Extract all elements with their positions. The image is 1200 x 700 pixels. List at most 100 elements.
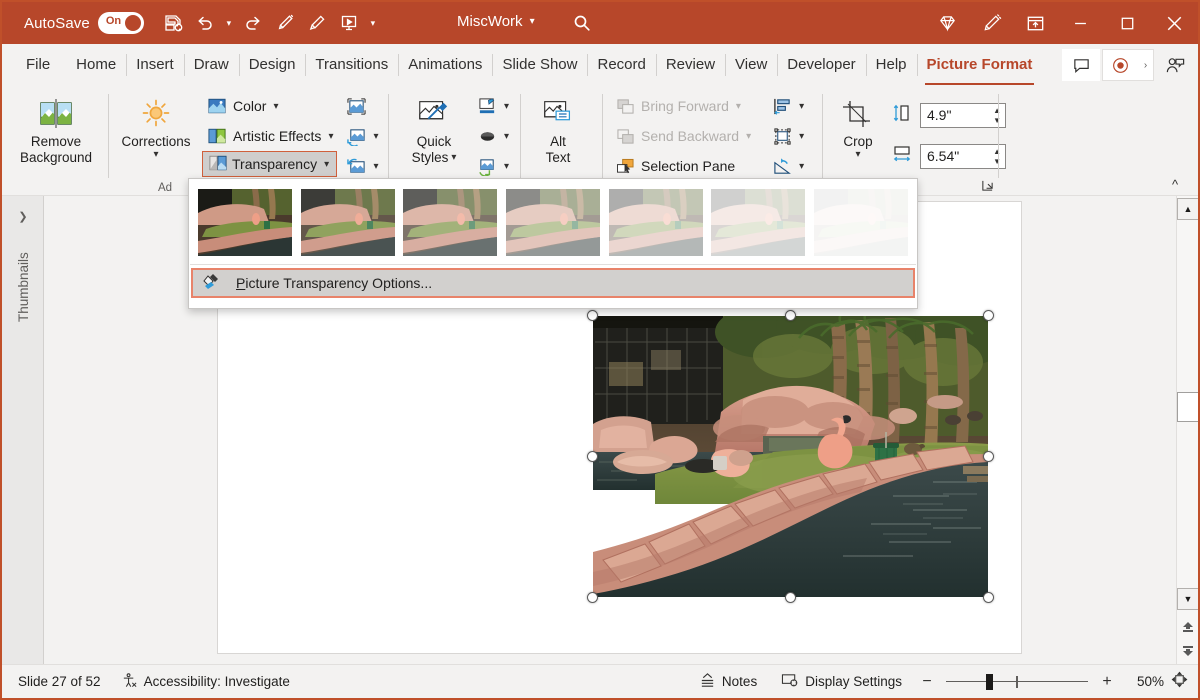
maximize-icon[interactable]	[1104, 2, 1151, 44]
display-settings-button[interactable]: Display Settings	[771, 669, 912, 695]
transparency-chevron-down-icon[interactable]: ▾	[324, 159, 329, 170]
share-icon[interactable]	[1156, 49, 1194, 81]
zoom-in-button[interactable]: +	[1096, 673, 1118, 691]
crop-chevron-down-icon[interactable]: ▾	[855, 150, 860, 160]
transparency-option-1[interactable]	[297, 186, 400, 258]
picture-border-icon[interactable]	[472, 91, 502, 121]
close-icon[interactable]	[1151, 2, 1198, 44]
previous-slide-icon[interactable]	[1177, 616, 1199, 640]
transparency-option-4[interactable]	[604, 186, 707, 258]
quick-styles-chevron-down-icon[interactable]: ▾	[451, 153, 456, 163]
compress-pictures-icon[interactable]	[341, 91, 371, 121]
tab-picture-format[interactable]: Picture Format	[917, 51, 1043, 79]
reset-picture-icon[interactable]	[341, 151, 371, 181]
artistic-effects-button[interactable]: Artistic Effects ▾	[202, 121, 337, 151]
group-chevron-down-icon[interactable]: ▾	[799, 131, 804, 142]
comments-icon[interactable]	[1062, 49, 1100, 81]
bring-forward-button[interactable]: Bring Forward ▾	[610, 91, 755, 121]
align-chevron-down-icon[interactable]: ▾	[799, 101, 804, 112]
zoom-out-button[interactable]: −	[916, 673, 938, 691]
vertical-scrollbar[interactable]: ▲ ▼	[1176, 196, 1198, 664]
crop-button[interactable]: Crop ▾	[830, 86, 886, 160]
selection-handle-top-center[interactable]	[785, 310, 796, 321]
tab-file[interactable]: File	[16, 51, 66, 79]
scroll-up-icon[interactable]: ▲	[1177, 198, 1199, 220]
reset-picture-chevron-down-icon[interactable]: ▾	[373, 161, 378, 172]
accessibility-status[interactable]: Accessibility: Investigate	[111, 669, 300, 695]
rotate-chevron-down-icon[interactable]: ▾	[799, 161, 804, 172]
transparency-option-0[interactable]	[194, 186, 297, 258]
artistic-effects-chevron-down-icon[interactable]: ▾	[328, 131, 333, 142]
color-chevron-down-icon[interactable]: ▾	[273, 101, 278, 112]
notes-button[interactable]: Notes	[689, 669, 767, 695]
record-icon[interactable]	[1103, 50, 1137, 80]
alt-text-button[interactable]: Alt Text	[530, 86, 586, 166]
ribbon-display-options-icon[interactable]	[1013, 2, 1057, 44]
transparency-option-2[interactable]	[399, 186, 502, 258]
selection-handle-bottom-center[interactable]	[785, 592, 796, 603]
document-title[interactable]: MiscWork ▾	[457, 13, 535, 30]
picture-layout-chevron-down-icon[interactable]: ▾	[504, 161, 509, 172]
selection-handle-middle-left[interactable]	[587, 451, 598, 462]
editor-pen-icon[interactable]	[969, 2, 1013, 44]
record-button-group[interactable]: ›	[1102, 49, 1154, 81]
quick-styles-button[interactable]: Quick Styles ▾	[398, 86, 470, 166]
selection-handle-bottom-left[interactable]	[587, 592, 598, 603]
shape-width-input[interactable]: 6.54" ▲ ▼	[920, 144, 1006, 169]
send-backward-button[interactable]: Send Backward ▾	[610, 121, 755, 151]
send-backward-chevron-down-icon[interactable]: ▾	[746, 131, 751, 142]
selection-handle-top-left[interactable]	[587, 310, 598, 321]
picture-layout-icon[interactable]	[472, 151, 502, 181]
zoom-slider-handle[interactable]	[986, 674, 993, 690]
selection-pane-button[interactable]: Selection Pane	[610, 151, 755, 181]
transparency-button[interactable]: Transparency ▾	[202, 151, 337, 177]
fit-slide-to-window-icon[interactable]	[1168, 671, 1190, 693]
picture-transparency-options-item[interactable]: Picture Transparency Options...	[191, 268, 915, 298]
tab-insert[interactable]: Insert	[126, 51, 184, 79]
autosave-toggle[interactable]: On	[98, 12, 144, 34]
redo-icon[interactable]	[238, 8, 268, 38]
transparency-option-3[interactable]	[502, 186, 605, 258]
shape-height-field[interactable]: 4.9" ▲ ▼	[892, 100, 1006, 130]
save-icon[interactable]	[158, 8, 188, 38]
remove-background-button[interactable]: Remove Background	[10, 86, 102, 166]
rotate-icon[interactable]	[767, 151, 797, 181]
search-icon[interactable]	[567, 10, 597, 36]
picture-border-chevron-down-icon[interactable]: ▾	[504, 101, 509, 112]
transparency-option-6[interactable]	[809, 186, 912, 258]
tab-view[interactable]: View	[725, 51, 777, 79]
thumbnails-expand-chevron-right-icon[interactable]: ❯	[2, 210, 44, 223]
selected-picture[interactable]	[593, 316, 988, 597]
ink-pen-icon[interactable]	[270, 8, 300, 38]
tab-record[interactable]: Record	[587, 51, 655, 79]
undo-icon[interactable]	[190, 8, 220, 38]
align-icon[interactable]	[767, 91, 797, 121]
picture-effects-chevron-down-icon[interactable]: ▾	[504, 131, 509, 142]
minimize-icon[interactable]	[1057, 2, 1104, 44]
customize-qat-chevron-icon[interactable]: ▾	[366, 8, 380, 38]
tab-animations[interactable]: Animations	[398, 51, 492, 79]
tab-design[interactable]: Design	[239, 51, 306, 79]
tab-help[interactable]: Help	[866, 51, 917, 79]
size-dialog-launcher-icon[interactable]	[978, 176, 996, 194]
picture-effects-icon[interactable]	[472, 121, 502, 151]
tab-draw[interactable]: Draw	[184, 51, 239, 79]
scroll-down-icon[interactable]: ▼	[1177, 588, 1199, 610]
transparency-option-5[interactable]	[707, 186, 810, 258]
tab-review[interactable]: Review	[656, 51, 725, 79]
corrections-chevron-down-icon[interactable]: ▾	[153, 150, 158, 160]
zoom-slider[interactable]	[942, 672, 1092, 692]
thumbnails-rail[interactable]: ❯ Thumbnails	[2, 196, 44, 664]
start-slideshow-icon[interactable]	[334, 8, 364, 38]
bring-forward-chevron-down-icon[interactable]: ▾	[736, 101, 741, 112]
tab-transitions[interactable]: Transitions	[305, 51, 398, 79]
collapse-ribbon-icon[interactable]: ^	[1162, 173, 1188, 195]
tab-developer[interactable]: Developer	[777, 51, 865, 79]
color-button[interactable]: Color ▾	[202, 91, 337, 121]
shape-height-input[interactable]: 4.9" ▲ ▼	[920, 103, 1006, 128]
diamond-icon[interactable]	[925, 2, 969, 44]
tab-home[interactable]: Home	[66, 51, 126, 79]
selection-handle-bottom-right[interactable]	[983, 592, 994, 603]
slide-indicator[interactable]: Slide 27 of 52	[8, 669, 111, 695]
selection-handle-top-right[interactable]	[983, 310, 994, 321]
